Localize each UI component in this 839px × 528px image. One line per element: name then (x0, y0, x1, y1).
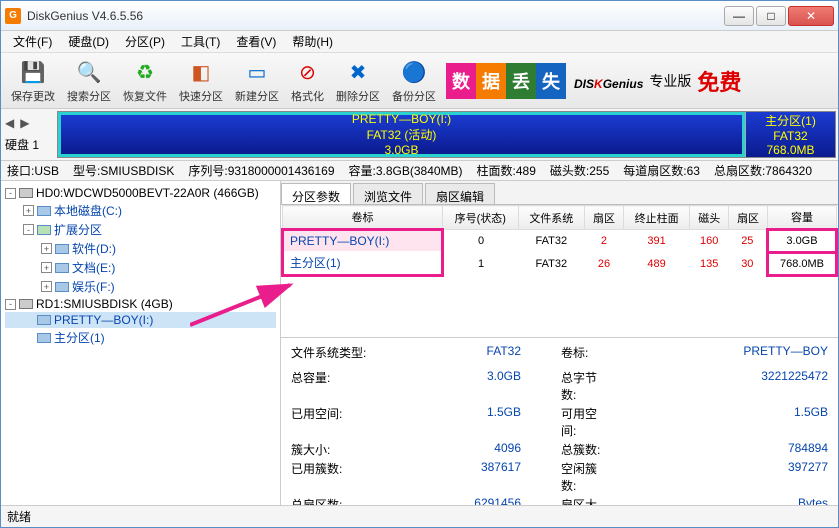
collapse-icon[interactable]: - (5, 299, 16, 310)
disk-bar: ◀ ▶ 硬盘 1 PRETTY—BOY(I:) FAT32 (活动) 3.0GB … (1, 109, 838, 161)
search-button[interactable]: 🔍搜索分区 (61, 56, 117, 106)
delete-button[interactable]: ✖删除分区 (330, 56, 386, 106)
info-serial: 序列号:9318000001436169 (188, 162, 334, 179)
titlebar: G DiskGenius V4.6.5.56 — □ ✕ (1, 1, 838, 31)
info-model: 型号:SMIUSBDISK (73, 162, 174, 179)
disk-map[interactable]: PRETTY—BOY(I:) FAT32 (活动) 3.0GB 主分区(1) F… (57, 111, 836, 158)
partition-icon (37, 225, 51, 235)
partition-icon (55, 282, 69, 292)
tree-primary-1[interactable]: 主分区(1) (5, 328, 276, 347)
disk-info-bar: 接口:USB 型号:SMIUSBDISK 序列号:931800000143616… (1, 161, 838, 181)
partition-icon (55, 244, 69, 254)
col-sector[interactable]: 扇区 (585, 206, 624, 230)
menu-partition[interactable]: 分区(P) (117, 31, 173, 52)
menu-file[interactable]: 文件(F) (5, 31, 60, 52)
tab-browse-files[interactable]: 浏览文件 (353, 183, 423, 204)
col-volume[interactable]: 卷标 (283, 206, 443, 230)
menubar: 文件(F) 硬盘(D) 分区(P) 工具(T) 查看(V) 帮助(H) (1, 31, 838, 53)
expand-icon[interactable]: + (41, 243, 52, 254)
col-sect[interactable]: 扇区 (729, 206, 768, 230)
next-icon[interactable]: ▶ (20, 116, 29, 130)
disk-nav: ◀ ▶ 硬盘 1 (3, 111, 57, 158)
minimize-button[interactable]: — (724, 6, 754, 26)
right-panel: 分区参数 浏览文件 扇区编辑 卷标 序号(状态) 文件系统 扇区 终止柱面 磁头… (281, 181, 838, 505)
tab-partition-params[interactable]: 分区参数 (281, 183, 351, 204)
partition-icon (37, 206, 51, 216)
disk-icon (19, 188, 33, 198)
maximize-button[interactable]: □ (756, 6, 786, 26)
recover-button[interactable]: ♻恢复文件 (117, 56, 173, 106)
collapse-icon[interactable]: - (23, 224, 34, 235)
tree-rd1[interactable]: -RD1:SMIUSBDISK (4GB) (5, 296, 276, 312)
menu-view[interactable]: 查看(V) (228, 31, 284, 52)
save-button[interactable]: 💾保存更改 (5, 56, 61, 106)
info-heads: 磁头数:255 (550, 162, 609, 179)
col-head[interactable]: 磁头 (690, 206, 729, 230)
col-seq[interactable]: 序号(状态) (443, 206, 519, 230)
brand-free: 免费 (697, 65, 741, 97)
expand-icon[interactable]: + (41, 281, 52, 292)
info-iface: 接口:USB (7, 162, 59, 179)
partition-map-1[interactable]: PRETTY—BOY(I:) FAT32 (活动) 3.0GB (58, 112, 745, 157)
col-endcyl[interactable]: 终止柱面 (623, 206, 689, 230)
brand-logo: DISKGenius (574, 68, 643, 94)
format-button[interactable]: ⊘格式化 (285, 56, 330, 106)
prev-icon[interactable]: ◀ (5, 116, 14, 130)
col-capacity[interactable]: 容量 (767, 206, 836, 230)
tree-extended[interactable]: -扩展分区 (5, 220, 276, 239)
collapse-icon[interactable]: - (5, 188, 16, 199)
brand-block: 失 (536, 63, 566, 99)
tree-local-c[interactable]: +本地磁盘(C:) (5, 201, 276, 220)
brand-block: 数 (446, 63, 476, 99)
brand: 数 据 丢 失 DISKGenius 专业版 免费 (442, 63, 834, 99)
close-button[interactable]: ✕ (788, 6, 834, 26)
brand-block: 丢 (506, 63, 536, 99)
partition-table[interactable]: 卷标 序号(状态) 文件系统 扇区 终止柱面 磁头 扇区 容量 PRETTY—B… (281, 205, 838, 277)
expand-icon[interactable]: + (23, 205, 34, 216)
brand-block: 据 (476, 63, 506, 99)
info-total-sectors: 总扇区数:7864320 (714, 162, 812, 179)
toolbar: 💾保存更改 🔍搜索分区 ♻恢复文件 ◧快速分区 ▭新建分区 ⊘格式化 ✖删除分区… (1, 53, 838, 109)
partition-map-2[interactable]: 主分区(1) FAT32 768.0MB (745, 112, 835, 157)
main-area: -HD0:WDCWD5000BEVT-22A0R (466GB) +本地磁盘(C… (1, 181, 838, 505)
tab-sector-edit[interactable]: 扇区编辑 (425, 183, 495, 204)
tree-hd0[interactable]: -HD0:WDCWD5000BEVT-22A0R (466GB) (5, 185, 276, 201)
partition-details: 文件系统类型:FAT32卷标:PRETTY—BOY 总容量:3.0GB总字节数:… (281, 338, 838, 505)
disk-tree[interactable]: -HD0:WDCWD5000BEVT-22A0R (466GB) +本地磁盘(C… (1, 181, 281, 505)
backup-button[interactable]: 🔵备份分区 (386, 56, 442, 106)
window-title: DiskGenius V4.6.5.56 (27, 9, 722, 23)
info-capacity: 容量:3.8GB(3840MB) (349, 162, 463, 179)
tree-doc-e[interactable]: +文档(E:) (5, 258, 276, 277)
info-cylinders: 柱面数:489 (477, 162, 536, 179)
tree-pretty-boy[interactable]: PRETTY—BOY(I:) (5, 312, 276, 328)
table-row[interactable]: PRETTY—BOY(I:) 主分区(1) 0FAT322391160253.0… (283, 230, 837, 253)
tree-ent-f[interactable]: +娱乐(F:) (5, 277, 276, 296)
tabs: 分区参数 浏览文件 扇区编辑 (281, 181, 838, 205)
status-bar: 就绪 (1, 505, 838, 527)
info-spt: 每道扇区数:63 (623, 162, 700, 179)
partition-icon (37, 315, 51, 325)
new-button[interactable]: ▭新建分区 (229, 56, 285, 106)
menu-tools[interactable]: 工具(T) (173, 31, 228, 52)
menu-disk[interactable]: 硬盘(D) (60, 31, 117, 52)
quick-button[interactable]: ◧快速分区 (173, 56, 229, 106)
expand-icon[interactable]: + (41, 262, 52, 273)
tree-soft-d[interactable]: +软件(D:) (5, 239, 276, 258)
brand-pro: 专业版 (649, 71, 691, 91)
menu-help[interactable]: 帮助(H) (284, 31, 341, 52)
disk-label: 硬盘 1 (5, 136, 39, 153)
col-fs[interactable]: 文件系统 (518, 206, 584, 230)
app-icon: G (5, 8, 21, 24)
disk-icon (19, 299, 33, 309)
partition-icon (37, 333, 51, 343)
partition-icon (55, 263, 69, 273)
status-text: 就绪 (7, 508, 31, 525)
